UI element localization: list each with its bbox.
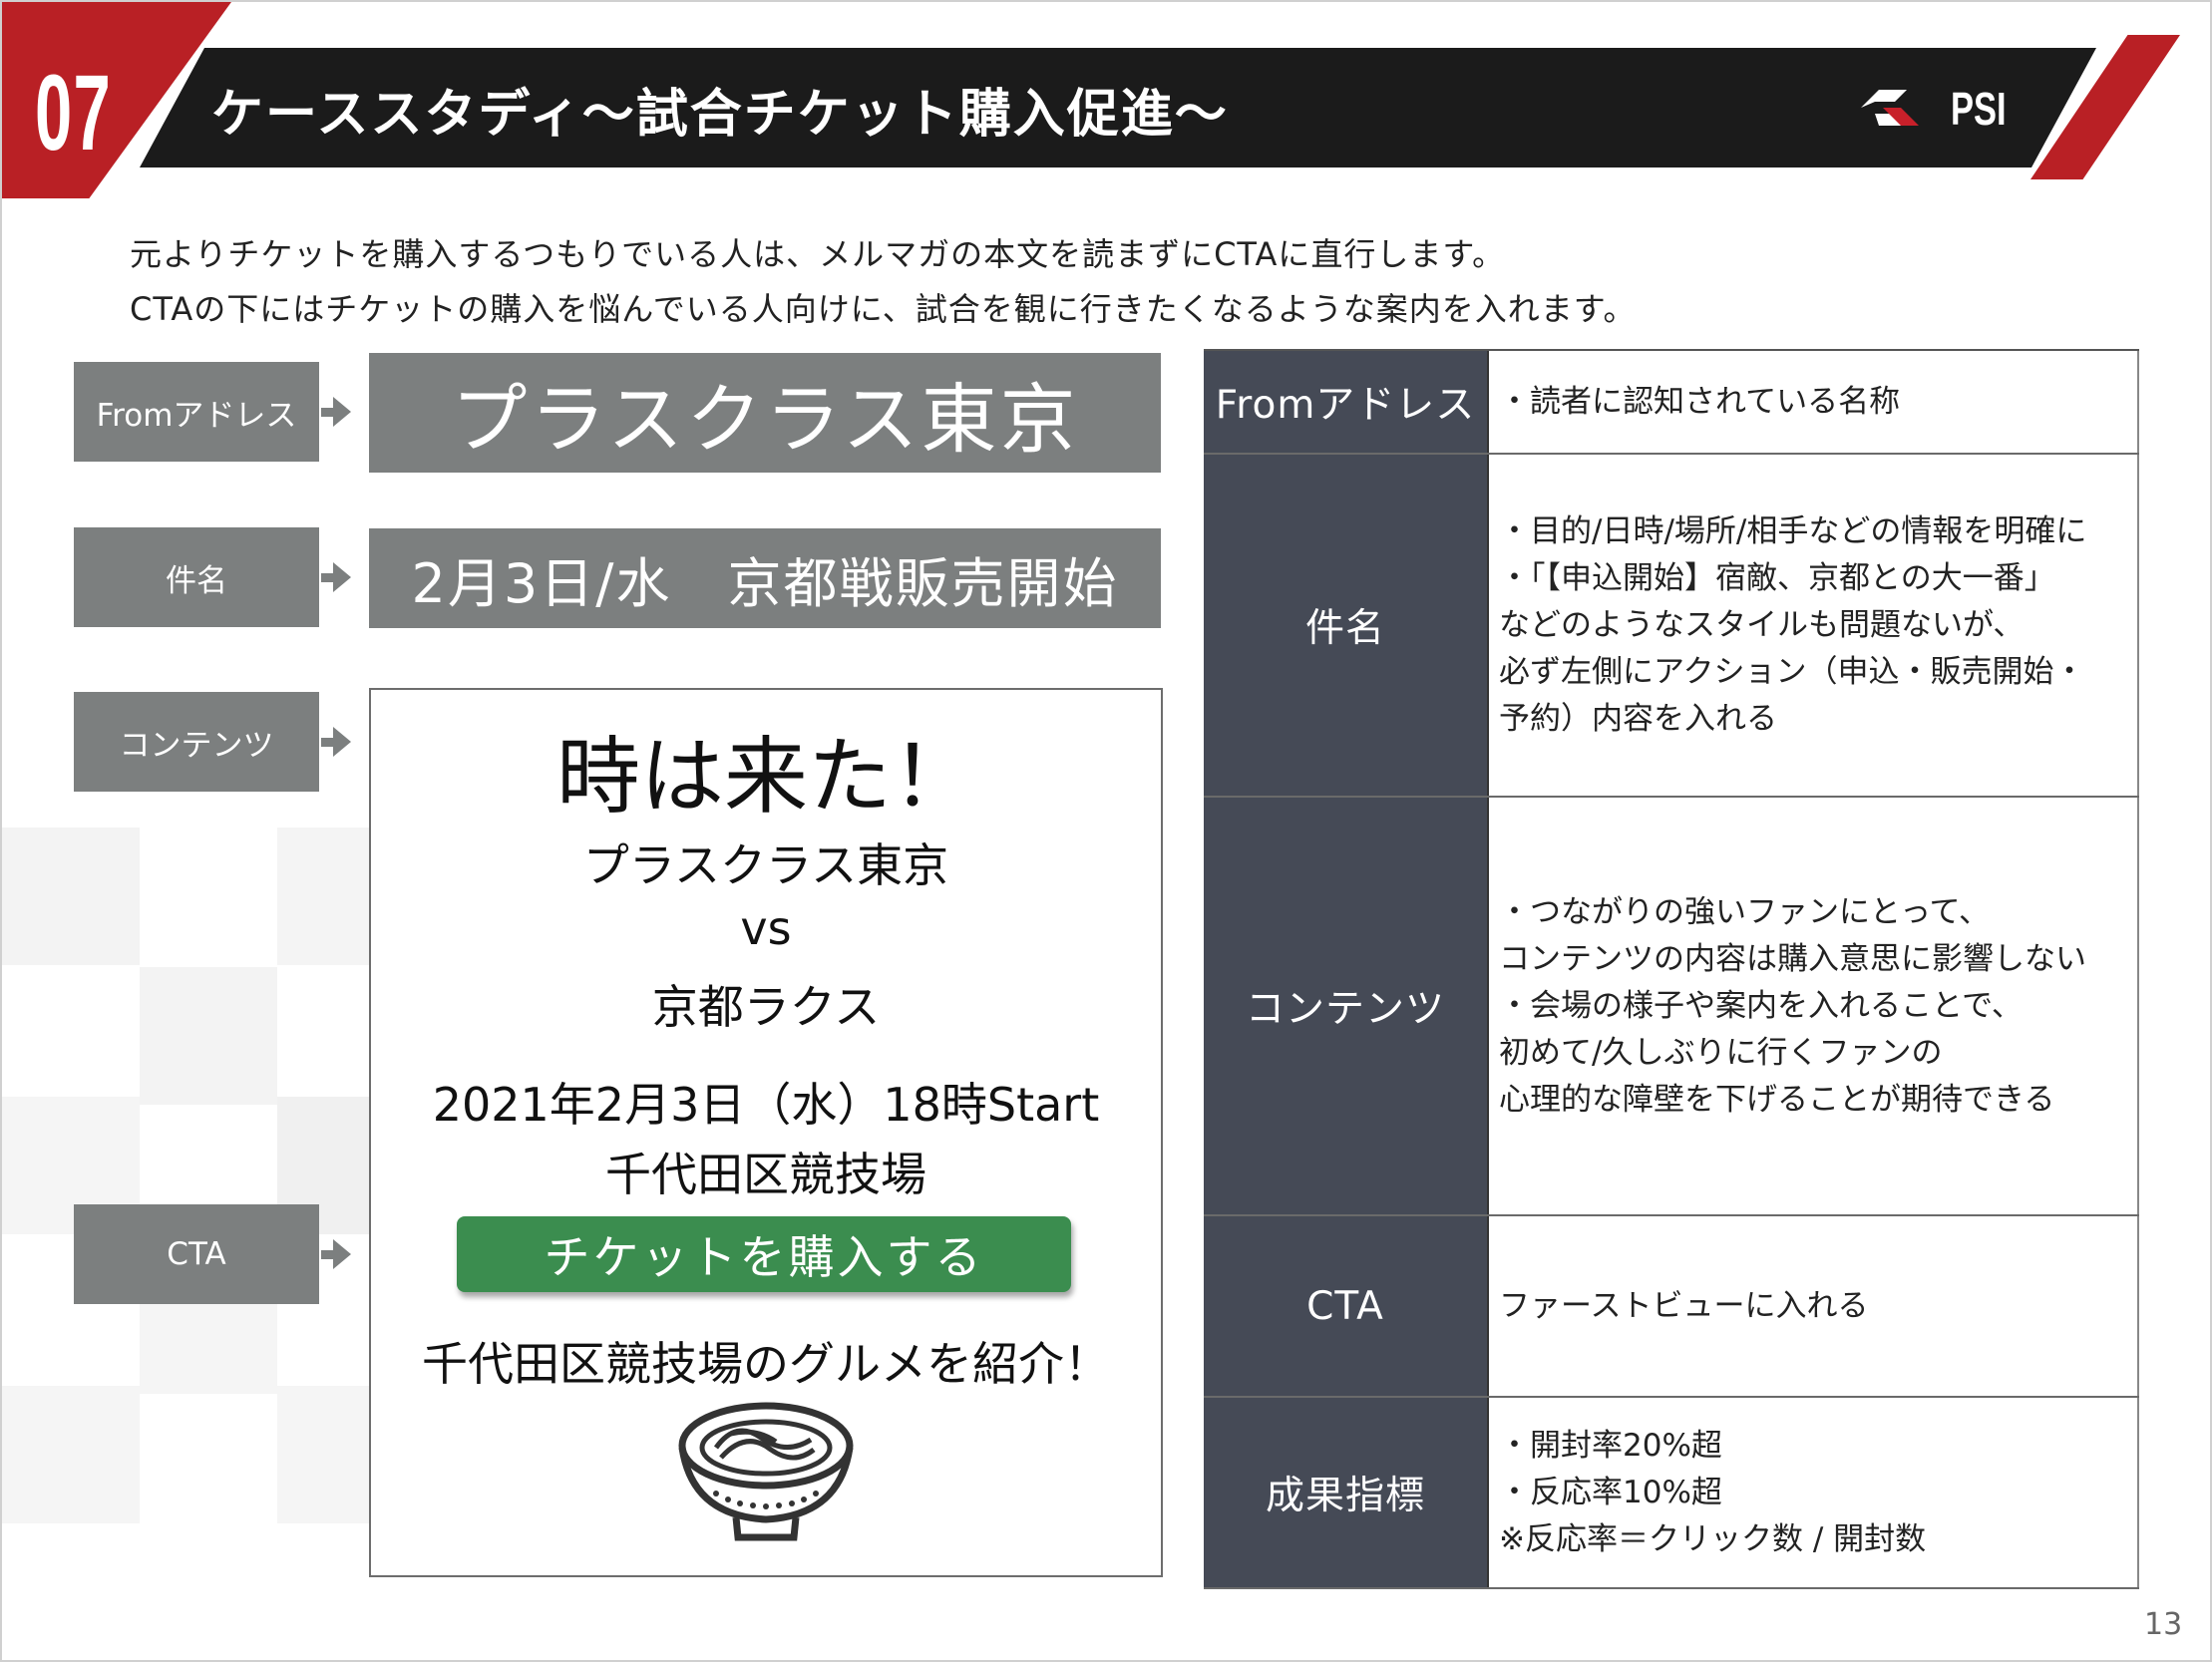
mock-team-away: 京都ラクス (651, 980, 881, 1034)
mock-content-box: 時は来た！ プラスクラス東京 vs 京都ラクス 2021年2月3日（水）18時S… (369, 688, 1163, 1577)
cell-line: 予約）内容を入れる (1499, 700, 1777, 737)
row-head: CTA (1204, 1216, 1489, 1396)
label-contents: コンテンツ (74, 692, 319, 792)
cell-line: などのようなスタイルも問題ないが、 (1499, 606, 2025, 643)
buy-ticket-button[interactable]: チケットを購入する (457, 1216, 1071, 1292)
row-head: コンテンツ (1204, 798, 1489, 1214)
arrow-right-icon (321, 562, 351, 592)
section-number: 07 (35, 52, 112, 172)
row-cell: ・読者に認知されている名称 (1489, 351, 2139, 453)
cell-line: ・反応率10%超 (1499, 1474, 1722, 1510)
row-cell: ・つながりの強いファンにとって、 コンテンツの内容は購入意思に影響しない ・会場… (1489, 798, 2139, 1214)
label-subject: 件名 (74, 527, 319, 627)
mock-vs: vs (740, 901, 792, 955)
cell-line: 必ず左側にアクション（申込・販売開始・ (1499, 653, 2085, 690)
cell-line: ・読者に認知されている名称 (1499, 383, 1901, 420)
cell-line: 初めて/久しぶりに行くファンの (1499, 1034, 1943, 1071)
cell-line: 心理的な障壁を下げることが期待できる (1499, 1081, 2055, 1118)
table-row-from: Fromアドレス ・読者に認知されている名称 (1204, 351, 2139, 455)
mock-from-address: プラスクラス東京 (369, 353, 1161, 473)
row-cell: ・目的/日時/場所/相手などの情報を明確に ・「【申込開始】宿敵、京都との大一番… (1489, 455, 2139, 796)
table-row-subject: 件名 ・目的/日時/場所/相手などの情報を明確に ・「【申込開始】宿敵、京都との… (1204, 455, 2139, 798)
row-head: Fromアドレス (1204, 351, 1489, 453)
mock-headline: 時は来た！ (555, 728, 975, 826)
arrow-right-icon (321, 1239, 351, 1269)
intro-line-2: CTAの下にはチケットの購入を悩んでいる人向けに、試合を観に行きたくなるような案… (130, 290, 1637, 328)
row-head: 成果指標 (1204, 1398, 1489, 1587)
mock-venue: 千代田区競技場 (605, 1148, 926, 1201)
row-cell: ・開封率20%超 ・反応率10%超 ※反応率＝クリック数 / 開封数 (1489, 1398, 2139, 1587)
cell-line: ・目的/日時/場所/相手などの情報を明確に (1499, 512, 2087, 549)
mock-team-home: プラスクラス東京 (582, 838, 949, 892)
noodle-bowl-icon (678, 1402, 854, 1541)
cell-line: ・つながりの強いファンにとって、 (1499, 893, 1990, 930)
row-cell: ファーストビューに入れる (1489, 1216, 2139, 1396)
label-from: Fromアドレス (74, 362, 319, 462)
arrow-right-icon (321, 397, 351, 427)
mock-subject: 2月3日/水 京都戦販売開始 (369, 528, 1161, 628)
cell-line: ※反応率＝クリック数 / 開封数 (1499, 1520, 1927, 1557)
intro-line-1: 元よりチケットを購入するつもりでいる人は、メルマガの本文を読まずにCTAに直行し… (130, 235, 1506, 273)
mock-datetime: 2021年2月3日（水）18時Start (432, 1078, 1100, 1132)
cell-line: ・会場の様子や案内を入れることで、 (1499, 987, 2023, 1024)
label-cta: CTA (74, 1204, 319, 1304)
cell-line: ファーストビューに入れる (1499, 1287, 1869, 1324)
mock-gourmet: 千代田区競技場のグルメを紹介！ (422, 1337, 1110, 1391)
table-row-contents: コンテンツ ・つながりの強いファンにとって、 コンテンツの内容は購入意思に影響し… (1204, 798, 2139, 1216)
guideline-table: Fromアドレス ・読者に認知されている名称 件名 ・目的/日時/場所/相手など… (1204, 349, 2139, 1589)
cell-line: ・開封率20%超 (1499, 1427, 1722, 1464)
page-title: ケーススタディ〜試合チケット購入促進〜 (211, 85, 1229, 145)
cell-line: ・「【申込開始】宿敵、京都との大一番」 (1499, 559, 2055, 596)
table-row-cta: CTA ファーストビューに入れる (1204, 1216, 2139, 1398)
arrow-right-icon (321, 727, 351, 757)
cell-line: コンテンツの内容は購入意思に影響しない (1499, 940, 2086, 977)
table-row-kpi: 成果指標 ・開封率20%超 ・反応率10%超 ※反応率＝クリック数 / 開封数 (1204, 1398, 2139, 1589)
logo-text: PSI (1951, 83, 2007, 135)
page-number: 13 (2144, 1607, 2183, 1642)
row-head: 件名 (1204, 455, 1489, 796)
